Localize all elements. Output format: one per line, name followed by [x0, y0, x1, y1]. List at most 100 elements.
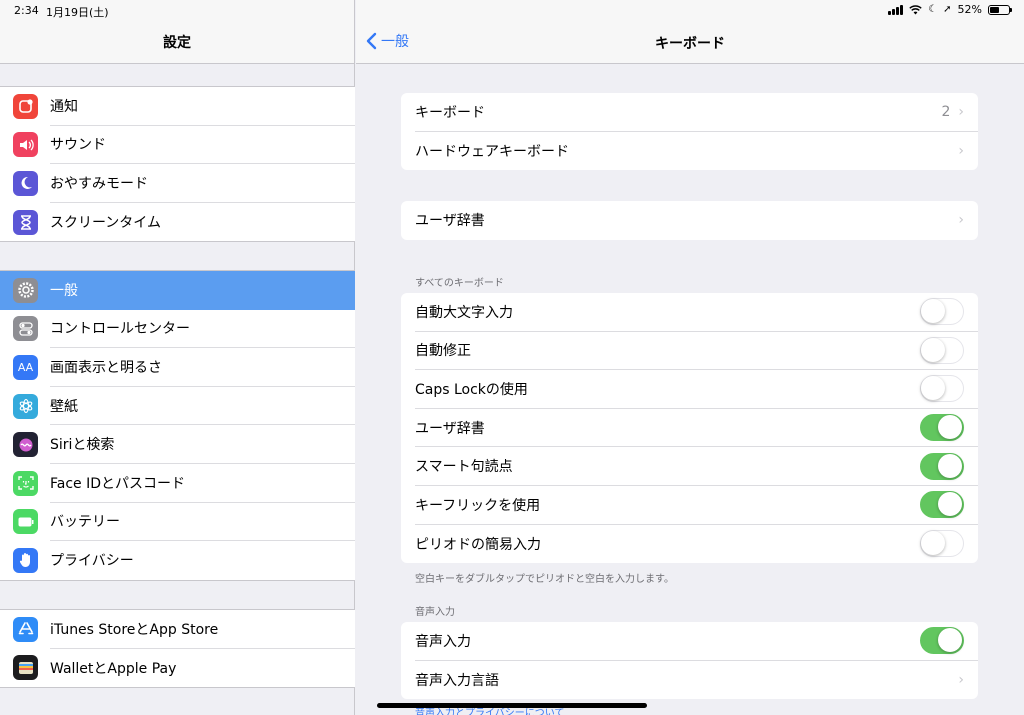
hardware-keyboard-label: ハードウェアキーボード — [415, 143, 569, 160]
battery-level-fill — [990, 6, 1000, 13]
keyboard-option-row: キーフリックを使用 — [401, 486, 978, 525]
privacy-hand-icon — [13, 547, 38, 573]
face-id-icon — [13, 470, 38, 496]
sidebar-item[interactable]: バッテリー — [0, 503, 355, 542]
keyboard-option-toggle[interactable] — [920, 452, 964, 480]
wallet-icon — [13, 655, 38, 681]
battery-icon — [13, 509, 38, 535]
cellular-signal-icon — [888, 4, 904, 15]
dictation-language-row[interactable]: 音声入力言語 › — [401, 661, 978, 700]
user-dictionary-row[interactable]: ユーザ辞書 › — [401, 201, 978, 240]
gear-icon — [13, 277, 38, 303]
sidebar-item-label: Siriと検索 — [50, 425, 355, 464]
sound-icon — [13, 132, 38, 158]
sidebar-item-label: サウンド — [50, 126, 355, 165]
siri-icon — [13, 432, 38, 458]
do-not-disturb-icon: ☾ — [928, 4, 938, 15]
keyboard-option-row: スマート句読点 — [401, 447, 978, 486]
keyboard-settings-panel: 一般 キーボード キーボード 2 › ハードウェアキーボード › ユーザ辞書 › — [356, 0, 1024, 715]
sidebar-group: iTunes StoreとApp Store WalletとApple Pay — [0, 609, 355, 689]
sidebar-item-label: 通知 — [50, 87, 355, 126]
sidebar-item-label: おやすみモード — [50, 164, 355, 203]
keyboard-option-label: Caps Lockの使用 — [415, 381, 528, 398]
sidebar-item[interactable]: Face IDとパスコード — [0, 464, 355, 503]
sidebar-item[interactable]: 壁紙 — [0, 387, 355, 426]
keyboard-option-toggle[interactable] — [920, 414, 964, 442]
toggle-knob — [938, 453, 962, 478]
keyboard-option-row: Caps Lockの使用 — [401, 370, 978, 409]
status-indicators: ☾ ➚ 52% — [888, 3, 1012, 16]
keyboard-option-toggle[interactable] — [920, 530, 964, 558]
sidebar-item-label: スクリーンタイム — [50, 215, 162, 232]
keyboard-option-label: 自動大文字入力 — [415, 304, 513, 321]
location-icon: ➚ — [943, 4, 952, 15]
settings-sidebar: 設定 通知 サウンド おやすみモードスクリーンタイム 一般コントロールセンター AA 画面… — [0, 0, 355, 715]
control-center-icon — [13, 316, 38, 342]
wifi-icon — [909, 4, 922, 14]
display-icon: AA — [13, 354, 38, 380]
sidebar-title: 設定 — [163, 35, 191, 51]
sidebar-item[interactable]: 通知 — [0, 87, 355, 126]
keyboard-option-label: ユーザ辞書 — [415, 420, 485, 437]
dictation-toggle[interactable] — [920, 627, 964, 655]
sidebar-group: 通知 サウンド おやすみモードスクリーンタイム — [0, 86, 355, 243]
sidebar-item-label: バッテリー — [50, 503, 355, 542]
sidebar-item[interactable]: WalletとApple Pay — [0, 649, 355, 688]
sidebar-item-label: コントロールセンター — [50, 310, 355, 349]
toggle-knob — [921, 299, 945, 324]
toggle-knob — [921, 337, 945, 362]
sidebar-item[interactable]: Siriと検索 — [0, 425, 355, 464]
sidebar-item[interactable]: おやすみモード — [0, 164, 355, 203]
keyboard-option-label: スマート句読点 — [415, 459, 513, 476]
sidebar-item[interactable]: 一般 — [0, 271, 355, 310]
moon-icon — [13, 170, 38, 196]
status-time: 2:34 — [14, 4, 39, 17]
sidebar-item-label: WalletとApple Pay — [50, 660, 177, 677]
keyboard-option-row: ユーザ辞書 — [401, 409, 978, 448]
sidebar-item-label: iTunes StoreとApp Store — [50, 610, 355, 649]
sidebar-item[interactable]: コントロールセンター — [0, 310, 355, 349]
battery-percentage: 52% — [957, 3, 982, 16]
toggle-knob — [938, 415, 962, 440]
user-dictionary-label: ユーザ辞書 — [415, 213, 485, 230]
chevron-right-icon: › — [958, 212, 964, 229]
keyboards-row[interactable]: キーボード 2 › — [401, 93, 978, 132]
chevron-right-icon: › — [958, 671, 964, 688]
sidebar-item-label: プライバシー — [50, 553, 134, 570]
page-title: キーボード — [655, 36, 725, 52]
hourglass-icon — [13, 209, 38, 235]
hardware-keyboard-row[interactable]: ハードウェアキーボード › — [401, 132, 978, 171]
keyboard-option-row: ピリオドの簡易入力 — [401, 525, 978, 564]
keyboard-option-label: 自動修正 — [415, 343, 471, 360]
app-store-icon — [13, 616, 38, 642]
keyboard-option-row: 自動大文字入力 — [401, 293, 978, 332]
keyboard-option-toggle[interactable] — [920, 336, 964, 364]
sidebar-item[interactable]: スクリーンタイム — [0, 203, 355, 242]
keyboard-option-row: 自動修正 — [401, 332, 978, 371]
keyboard-option-toggle[interactable] — [920, 375, 964, 403]
sidebar-group: 一般コントロールセンター AA 画面表示と明るさ 壁紙 Siriと検索 Face IDとパ… — [0, 270, 355, 581]
sidebar-item[interactable]: iTunes StoreとApp Store — [0, 610, 355, 649]
sidebar-item[interactable]: AA 画面表示と明るさ — [0, 348, 355, 387]
keyboard-option-label: キーフリックを使用 — [415, 497, 541, 514]
sidebar-item[interactable]: サウンド — [0, 126, 355, 165]
sidebar-item-label: 壁紙 — [50, 387, 355, 426]
home-indicator — [377, 703, 647, 708]
sidebar-item[interactable]: プライバシー — [0, 541, 355, 580]
user-dictionary-group: ユーザ辞書 › — [401, 201, 978, 240]
keyboard-option-label: ピリオドの簡易入力 — [415, 536, 541, 553]
keyboards-group: キーボード 2 › ハードウェアキーボード › — [401, 93, 978, 171]
toggle-knob — [921, 376, 945, 401]
dictation-header: 音声入力 — [415, 607, 455, 618]
sidebar-item-label: 画面表示と明るさ — [50, 348, 355, 387]
dictation-row: 音声入力 — [401, 622, 978, 661]
wallpaper-icon — [13, 393, 38, 419]
status-date: 1月19日(土) — [46, 6, 109, 19]
toggle-knob — [938, 492, 962, 517]
keyboard-option-toggle[interactable] — [920, 491, 964, 519]
sidebar-item-label: 一般 — [50, 282, 78, 299]
keyboards-label: キーボード — [415, 104, 485, 121]
battery-icon — [988, 4, 1012, 15]
keyboard-option-toggle[interactable] — [920, 298, 964, 326]
all-keyboards-group: 自動大文字入力 自動修正 Caps Lockの使用 ユーザ辞書スマート句読点キーフリッ… — [401, 293, 978, 564]
